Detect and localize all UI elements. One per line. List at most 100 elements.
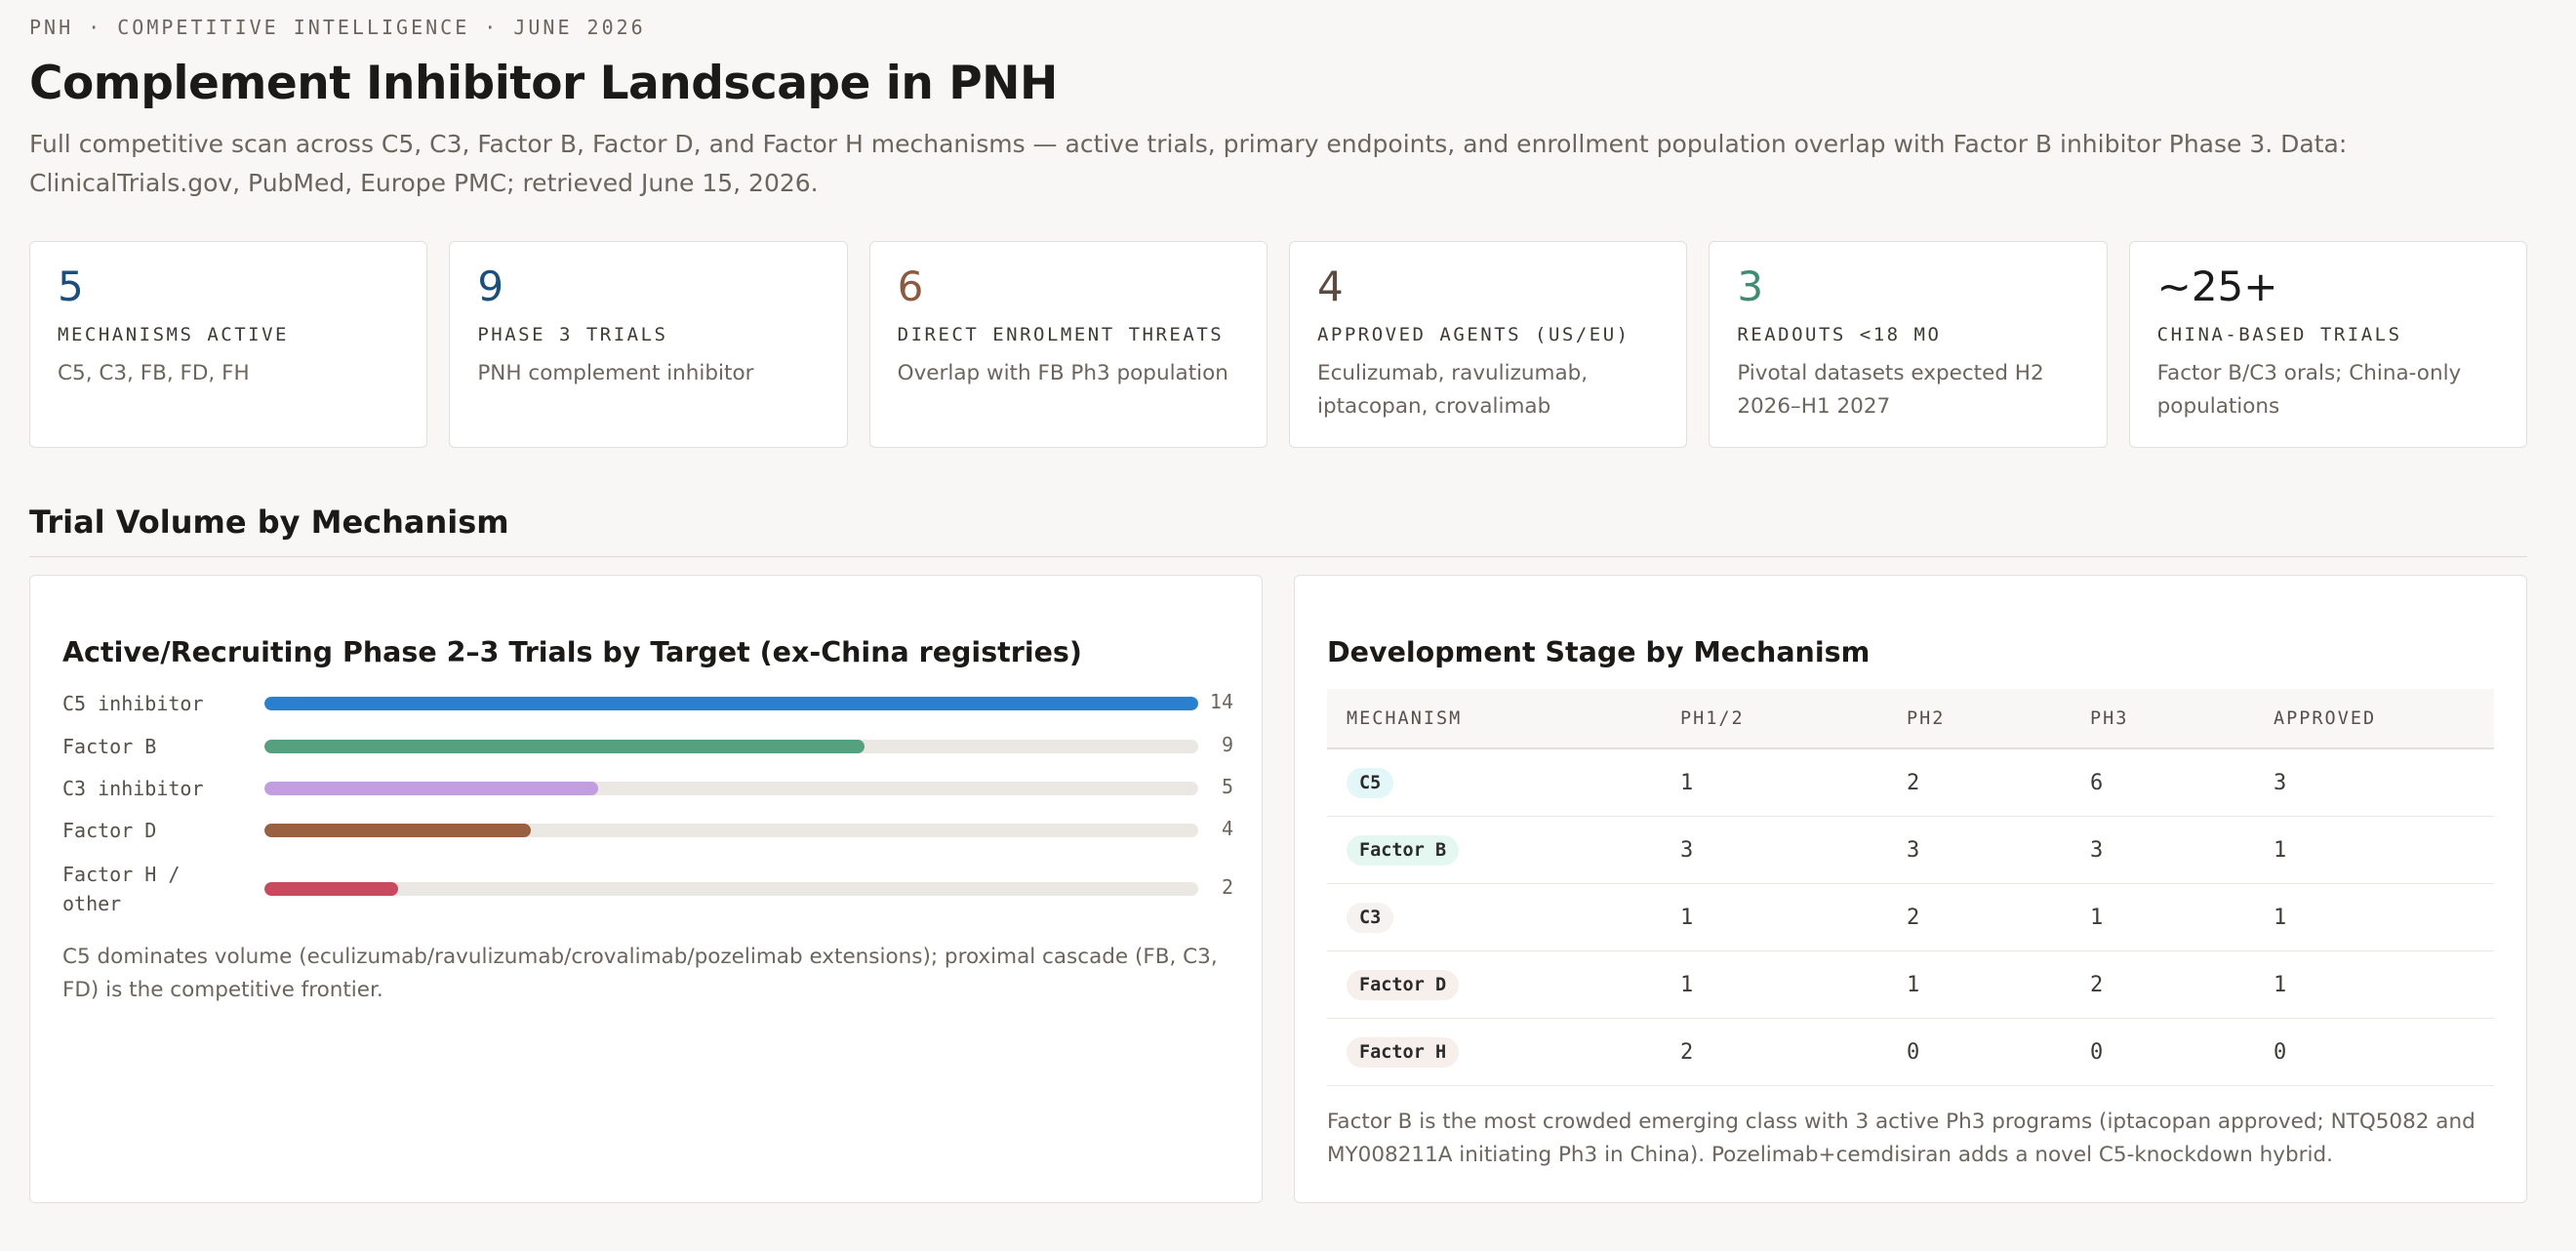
kpi-description: Pivotal datasets expected H2 2026–H1 202… xyxy=(1737,361,2044,419)
ph2-cell: 0 xyxy=(1887,1018,2071,1086)
approved-cell: 0 xyxy=(2254,1018,2494,1086)
bar-row: C3 inhibitor 5 xyxy=(62,774,1233,803)
bar-label: C3 inhibitor xyxy=(62,777,204,800)
mechanism-cell: C5 xyxy=(1327,748,1661,817)
approved-cell: 1 xyxy=(2254,883,2494,951)
kpi-value: 6 xyxy=(897,262,924,310)
ph3-cell: 3 xyxy=(2071,816,2254,884)
kpi-value: 4 xyxy=(1316,262,1344,310)
bar-fill xyxy=(264,824,532,837)
stage-table: MECHANISM PH1/2 PH2 PH3 APPROVED C5 1 2 … xyxy=(1327,689,2494,1086)
kpi-row: 5 MECHANISMS ACTIVE C5, C3, FB, FD, FH 9… xyxy=(29,241,2527,448)
bar-label: C5 inhibitor xyxy=(62,692,204,715)
bar-value: 14 xyxy=(1209,690,1233,713)
trial-volume-panel: Active/Recruiting Phase 2–3 Trials by Ta… xyxy=(29,575,1263,1203)
kpi-label: CHINA-BASED TRIALS xyxy=(2156,324,2402,345)
table-row: C3 1 2 1 1 xyxy=(1327,883,2494,951)
table-title: Development Stage by Mechanism xyxy=(1327,636,1871,668)
kpi-description: Eculizumab, ravulizumab, iptacopan, crov… xyxy=(1316,361,1589,419)
bar-value: 9 xyxy=(1221,733,1233,756)
table-row: Factor H 2 0 0 0 xyxy=(1327,1018,2494,1086)
bar-track xyxy=(264,697,1198,710)
kpi-value: 5 xyxy=(58,262,84,310)
approved-cell: 3 xyxy=(2254,748,2494,817)
bar-row: C5 inhibitor 14 xyxy=(62,689,1233,718)
approved-cell: 1 xyxy=(2254,816,2494,884)
kpi-card-mechanisms: 5 MECHANISMS ACTIVE C5, C3, FB, FD, FH xyxy=(29,241,428,448)
bar-track xyxy=(264,882,1198,896)
page-title: Complement Inhibitor Landscape in PNH xyxy=(29,57,1058,110)
approved-cell: 1 xyxy=(2254,950,2494,1019)
bar-value: 4 xyxy=(1221,817,1233,840)
mechanism-badge: C3 xyxy=(1347,902,1394,933)
ph3-cell: 6 xyxy=(2071,748,2254,817)
column-header: APPROVED xyxy=(2254,689,2494,749)
development-stage-panel: Development Stage by Mechanism MECHANISM… xyxy=(1294,575,2527,1203)
ph3-cell: 2 xyxy=(2071,950,2254,1019)
mechanism-badge: Factor D xyxy=(1347,969,1460,1000)
kpi-description: Factor B/C3 orals; China-only population… xyxy=(2156,361,2462,419)
table-row: Factor B 3 3 3 1 xyxy=(1327,816,2494,884)
bar-row: Factor B 9 xyxy=(62,732,1233,761)
kpi-value: ~25+ xyxy=(2156,262,2278,310)
table-row: C5 1 2 6 3 xyxy=(1327,748,2494,817)
kpi-card-enrolment-threats: 6 DIRECT ENROLMENT THREATS Overlap with … xyxy=(868,241,1268,448)
bar-label: Factor H / other xyxy=(62,863,181,915)
bar-row: Factor H / other 2 xyxy=(62,860,1233,918)
bar-fill xyxy=(264,697,1198,710)
ph3-cell: 0 xyxy=(2071,1018,2254,1086)
mechanism-cell: Factor D xyxy=(1327,950,1661,1019)
mechanism-badge: Factor H xyxy=(1347,1036,1460,1068)
table-header-row: MECHANISM PH1/2 PH2 PH3 APPROVED xyxy=(1327,689,2494,749)
bar-chart-title: Active/Recruiting Phase 2–3 Trials by Ta… xyxy=(62,636,1082,668)
ph2-cell: 1 xyxy=(1887,950,2071,1019)
bar-track xyxy=(264,740,1198,753)
kpi-card-readouts: 3 READOUTS <18 MO Pivotal datasets expec… xyxy=(1709,241,2108,448)
table-note: Factor B is the most crowded emerging cl… xyxy=(1327,1110,2475,1167)
kpi-label: DIRECT ENROLMENT THREATS xyxy=(897,324,1225,345)
table-row: Factor D 1 1 2 1 xyxy=(1327,950,2494,1019)
kpi-card-approved-agents: 4 APPROVED AGENTS (US/EU) Eculizumab, ra… xyxy=(1288,241,1688,448)
kpi-label: READOUTS <18 MO xyxy=(1737,324,1942,345)
ph12-cell: 1 xyxy=(1661,950,1887,1019)
section-divider xyxy=(29,556,2527,557)
kpi-description: PNH complement inhibitor xyxy=(477,361,754,385)
ph12-cell: 2 xyxy=(1661,1018,1887,1086)
kpi-card-phase3: 9 PHASE 3 TRIALS PNH complement inhibito… xyxy=(449,241,848,448)
dashboard-page: PNH · COMPETITIVE INTELLIGENCE · JUNE 20… xyxy=(0,0,2576,1251)
kpi-label: APPROVED AGENTS (US/EU) xyxy=(1316,324,1630,345)
bar-row: Factor D 4 xyxy=(62,816,1233,845)
kpi-label: MECHANISMS ACTIVE xyxy=(58,324,289,345)
bar-track xyxy=(264,782,1198,795)
kpi-value: 3 xyxy=(1737,262,1764,310)
kpi-description: Overlap with FB Ph3 population xyxy=(897,361,1228,385)
column-header: PH2 xyxy=(1887,689,2071,749)
mechanism-badge: Factor B xyxy=(1347,834,1460,866)
bar-value: 5 xyxy=(1221,775,1233,798)
ph2-cell: 2 xyxy=(1887,748,2071,817)
kpi-description: C5, C3, FB, FD, FH xyxy=(58,361,250,385)
ph12-cell: 3 xyxy=(1661,816,1887,884)
column-header: PH3 xyxy=(2071,689,2254,749)
bar-label: Factor D xyxy=(62,819,157,842)
column-header: MECHANISM xyxy=(1327,689,1661,749)
bar-track xyxy=(264,824,1198,837)
bar-label: Factor B xyxy=(62,735,157,758)
ph12-cell: 1 xyxy=(1661,883,1887,951)
kpi-label: PHASE 3 TRIALS xyxy=(477,324,668,345)
ph2-cell: 3 xyxy=(1887,816,2071,884)
bar-fill xyxy=(264,782,598,795)
bar-fill xyxy=(264,882,398,896)
bar-value: 2 xyxy=(1221,875,1233,899)
bar-chart-note: C5 dominates volume (eculizumab/ravulizu… xyxy=(62,945,1218,1002)
kpi-value: 9 xyxy=(477,262,504,310)
mechanism-cell: Factor B xyxy=(1327,816,1661,884)
mechanism-badge: C5 xyxy=(1347,767,1394,798)
section-title: Trial Volume by Mechanism xyxy=(29,504,509,541)
ph3-cell: 1 xyxy=(2071,883,2254,951)
page-subtitle: Full competitive scan across C5, C3, Fac… xyxy=(29,130,2348,197)
eyebrow: PNH · COMPETITIVE INTELLIGENCE · JUNE 20… xyxy=(29,16,646,39)
mechanism-cell: C3 xyxy=(1327,883,1661,951)
column-header: PH1/2 xyxy=(1661,689,1887,749)
mechanism-cell: Factor H xyxy=(1327,1018,1661,1086)
